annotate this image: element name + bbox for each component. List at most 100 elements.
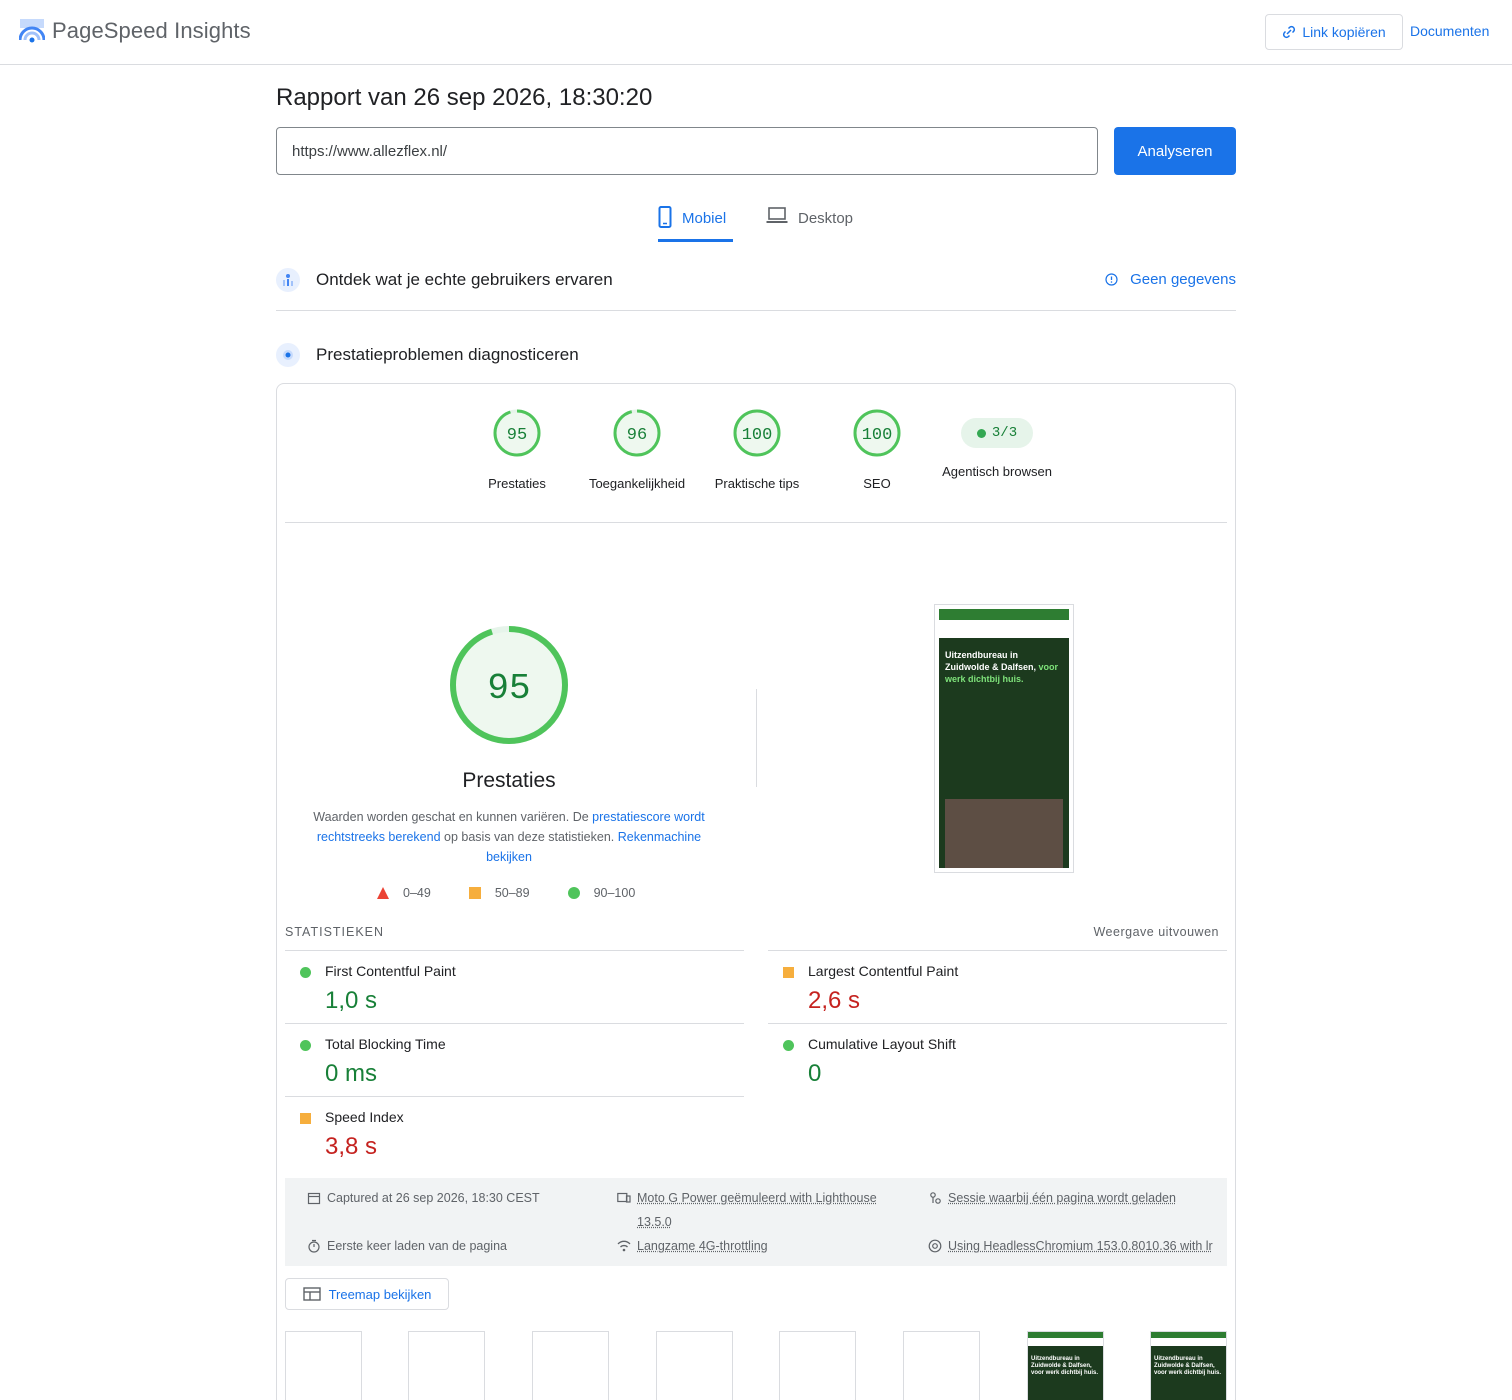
gauge-agentic[interactable]: 3/3 Agentisch browsen [937, 408, 1057, 482]
app-title: PageSpeed Insights [52, 18, 251, 43]
filmstrip-frame-8: Uitzendbureau in Zuidwolde & Dalfsen, vo… [1150, 1331, 1227, 1400]
env-browser: Using HeadlessChromium 153.0.8010.36 wit… [928, 1234, 1213, 1258]
tab-mobile[interactable]: Mobiel [658, 206, 733, 242]
env-session-text: Sessie waarbij één pagina wordt geladen [948, 1191, 1176, 1205]
lab-data-section: Prestatieproblemen diagnosticeren [276, 340, 1236, 370]
metric-si: Speed Index 3,8 s [285, 1096, 744, 1169]
gauge-label: Toegankelijkheid [588, 476, 686, 491]
metric-lcp-indicator [783, 967, 794, 978]
env-device-line-1: Moto G Power geëmuleerd with Lighthouse [637, 1191, 877, 1205]
score-gauge-icon: 96 [613, 409, 661, 457]
legend-average: 50–89 [468, 886, 530, 900]
env-device-text: Moto G Power geëmuleerd with Lighthouse 1… [637, 1186, 877, 1234]
metric-fcp-value: 1,0 s [325, 987, 378, 1014]
metric-fcp-name: First Contentful Paint [325, 963, 456, 979]
stats-header: STATISTIEKEN Weergave uitvouwen [285, 925, 1219, 939]
analyze-button[interactable]: Analyseren [1114, 127, 1236, 175]
devices-icon [617, 1192, 631, 1203]
metric-fcp: First Contentful Paint 1,0 s [285, 950, 744, 1023]
metric-lcp: Largest Contentful Paint 2,6 s [768, 950, 1227, 1023]
metric-si-indicator [300, 1113, 311, 1124]
runtime-settings: Captured at 26 sep 2026, 18:30 CEST Moto… [285, 1178, 1227, 1266]
desc-text-1: Waarden worden geschat en kunnen variëre… [313, 810, 593, 824]
env-throttling: Langzame 4G-throttling [617, 1234, 768, 1258]
env-captured-text: Captured at 26 sep 2026, 18:30 CEST [327, 1191, 540, 1205]
screenshot-nav [939, 620, 1069, 638]
gauge-label: Prestaties [488, 476, 546, 491]
section-divider [276, 310, 1236, 311]
metric-tbt-value: 0 ms [325, 1060, 378, 1087]
chrome-icon [928, 1239, 942, 1253]
users-chart-icon [276, 268, 300, 292]
env-browser-text: Using HeadlessChromium 153.0.8010.36 wit… [948, 1239, 1213, 1253]
gauge-seo[interactable]: 100 SEO [817, 408, 937, 494]
performance-label: Prestaties [462, 769, 556, 792]
performance-description: Waarden worden geschat en kunnen variëre… [301, 807, 717, 867]
screenshot-headline: Uitzendbureau in Zuidwolde & Dalfsen, vo… [945, 649, 1063, 685]
lab-data-title: Prestatieproblemen diagnosticeren [316, 345, 579, 364]
score-value: 100 [862, 426, 893, 445]
legend-good-label: 90–100 [593, 886, 636, 900]
env-device: Moto G Power geëmuleerd with Lighthouse 1… [617, 1186, 897, 1234]
laptop-icon [766, 207, 788, 223]
metric-tbt-name: Total Blocking Time [325, 1036, 446, 1052]
gauge-label: Agentisch browsen [942, 464, 1052, 479]
timer-icon [308, 1239, 320, 1253]
filmstrip-frame-8-text: Uitzendbureau in Zuidwolde & Dalfsen, vo… [1154, 1356, 1222, 1376]
legend-good: 90–100 [567, 886, 636, 900]
tab-mobile-label: Mobiel [682, 210, 727, 227]
filmstrip-frame-6 [903, 1331, 980, 1400]
expand-view-toggle[interactable]: Weergave uitvouwen [1093, 925, 1219, 939]
circle-icon [567, 887, 580, 899]
score-value: 95 [507, 426, 527, 445]
filmstrip-frame-7-text: Uitzendbureau in Zuidwolde & Dalfsen, vo… [1031, 1356, 1099, 1376]
env-throttling-text: Langzame 4G-throttling [637, 1239, 768, 1253]
filmstrip-frame-7: Uitzendbureau in Zuidwolde & Dalfsen, vo… [1027, 1331, 1104, 1400]
screenshot-image: Uitzendbureau in Zuidwolde & Dalfsen, vo… [939, 609, 1069, 868]
pagespeed-logo-icon [19, 19, 45, 43]
agentic-pill: 3/3 [961, 418, 1033, 448]
copy-link-button[interactable]: Link kopiëren [1265, 14, 1403, 50]
legend-average-label: 50–89 [494, 886, 530, 900]
legend-bad: 0–49 [377, 886, 431, 900]
triangle-icon [377, 887, 389, 899]
metric-fcp-indicator [300, 967, 311, 978]
docs-link[interactable]: Documenten [1410, 23, 1489, 39]
metric-lcp-name: Largest Contentful Paint [808, 963, 959, 979]
env-load: Eerste keer laden van de pagina [307, 1234, 507, 1258]
tab-desktop[interactable]: Desktop [766, 206, 858, 242]
metric-lcp-value: 2,6 s [808, 987, 861, 1014]
metric-cls-indicator [783, 1040, 794, 1051]
metric-si-name: Speed Index [325, 1109, 404, 1125]
gauge-label: Praktische tips [714, 476, 800, 491]
env-captured: Captured at 26 sep 2026, 18:30 CEST [307, 1186, 540, 1210]
gauge-toegankelijkheid[interactable]: 96 Toegankelijkheid [577, 408, 697, 494]
card-divider [285, 522, 1227, 523]
gauge-praktische-tips[interactable]: 100 Praktische tips [697, 408, 817, 494]
top-bar: PageSpeed Insights Link kopiëren Documen… [0, 0, 1512, 65]
filmstrip-frame-4 [656, 1331, 733, 1400]
pass-dot-icon [976, 428, 986, 438]
performance-gauge: 95 [450, 626, 568, 744]
score-value: 96 [627, 426, 647, 445]
filmstrip-frame-2 [408, 1331, 485, 1400]
url-input[interactable] [276, 127, 1098, 175]
metric-cls: Cumulative Layout Shift 0 [768, 1023, 1227, 1096]
screenshot-topbar [939, 609, 1069, 620]
metric-si-value: 3,8 s [325, 1133, 378, 1160]
gauge-prestaties[interactable]: 95 Prestaties [457, 408, 577, 494]
tab-desktop-label: Desktop [798, 210, 854, 227]
final-screenshot[interactable]: Uitzendbureau in Zuidwolde & Dalfsen, vo… [934, 604, 1074, 873]
filmstrip-frame-3 [532, 1331, 609, 1400]
score-gauge-icon: 100 [853, 409, 901, 457]
metric-cls-value: 0 [808, 1060, 822, 1087]
score-gauge-icon: 95 [493, 409, 541, 457]
report-card: 95 Prestaties 96 Toegankelijkheid 100 Praktis… [276, 383, 1236, 1400]
vertical-divider [756, 689, 757, 787]
treemap-button[interactable]: Treemap bekijken [285, 1278, 449, 1310]
no-data-link[interactable]: Geen gegevens [1105, 271, 1236, 288]
filmstrip-frame-5 [779, 1331, 856, 1400]
treemap-label: Treemap bekijken [328, 1286, 432, 1302]
signal-icon [617, 1240, 631, 1252]
env-device-line-2: 13.5.0 [637, 1215, 672, 1229]
